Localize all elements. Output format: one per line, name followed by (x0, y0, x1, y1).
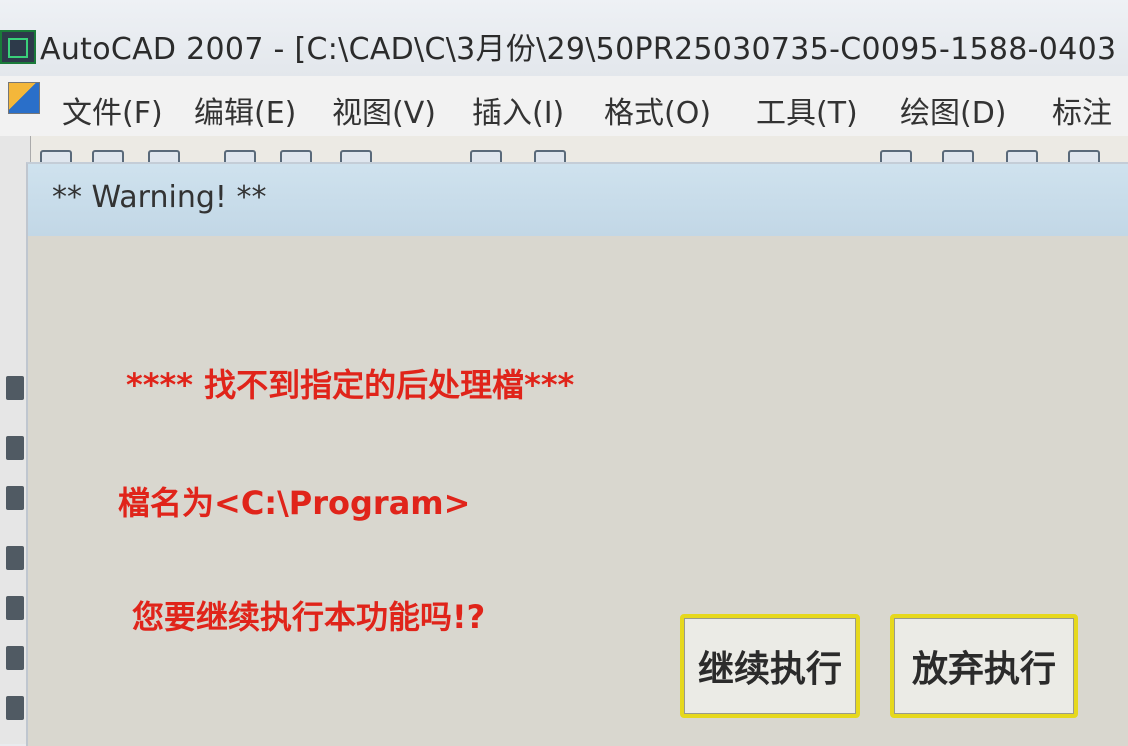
menu-insert[interactable]: 插入(I) (472, 88, 564, 132)
menu-edit[interactable]: 编辑(E) (194, 88, 296, 132)
palette-tool-icon[interactable] (6, 546, 24, 570)
menu-format[interactable]: 格式(O) (604, 88, 711, 132)
dialog-title: ** Warning! ** (52, 180, 267, 215)
warning-message-not-found: **** 找不到指定的后处理檔*** (126, 366, 575, 404)
window-title-bar: AutoCAD 2007 - [C:\CAD\C\3月份\29\50PR2503… (0, 0, 1128, 77)
palette-tool-icon[interactable] (6, 596, 24, 620)
warning-message-filename: 檔名为<C:\Program> (118, 484, 471, 522)
continue-button[interactable]: 继续执行 (680, 614, 860, 718)
menu-view[interactable]: 视图(V) (332, 88, 436, 132)
menu-tools[interactable]: 工具(T) (756, 88, 858, 132)
document-icon[interactable] (8, 82, 40, 114)
menu-draw[interactable]: 绘图(D) (900, 88, 1007, 132)
autocad-app-icon[interactable] (0, 30, 36, 64)
window-title: AutoCAD 2007 - [C:\CAD\C\3月份\29\50PR2503… (40, 32, 1117, 67)
palette-tool-icon[interactable] (6, 376, 24, 400)
warning-message-question: 您要继续执行本功能吗!? (132, 598, 486, 636)
palette-tool-icon[interactable] (6, 646, 24, 670)
palette-tool-icon[interactable] (6, 696, 24, 720)
abort-button[interactable]: 放弃执行 (890, 614, 1078, 718)
palette-tool-icon[interactable] (6, 436, 24, 460)
palette-tool-icon[interactable] (6, 486, 24, 510)
menu-file[interactable]: 文件(F) (62, 88, 163, 132)
dialog-title-bar[interactable]: ** Warning! ** (28, 164, 1128, 236)
warning-dialog: ** Warning! ** **** 找不到指定的后处理檔*** 檔名为<C:… (26, 162, 1128, 746)
menu-bar: 文件(F) 编辑(E) 视图(V) 插入(I) 格式(O) 工具(T) 绘图(D… (0, 76, 1128, 137)
menu-dimension[interactable]: 标注 (1052, 88, 1112, 132)
